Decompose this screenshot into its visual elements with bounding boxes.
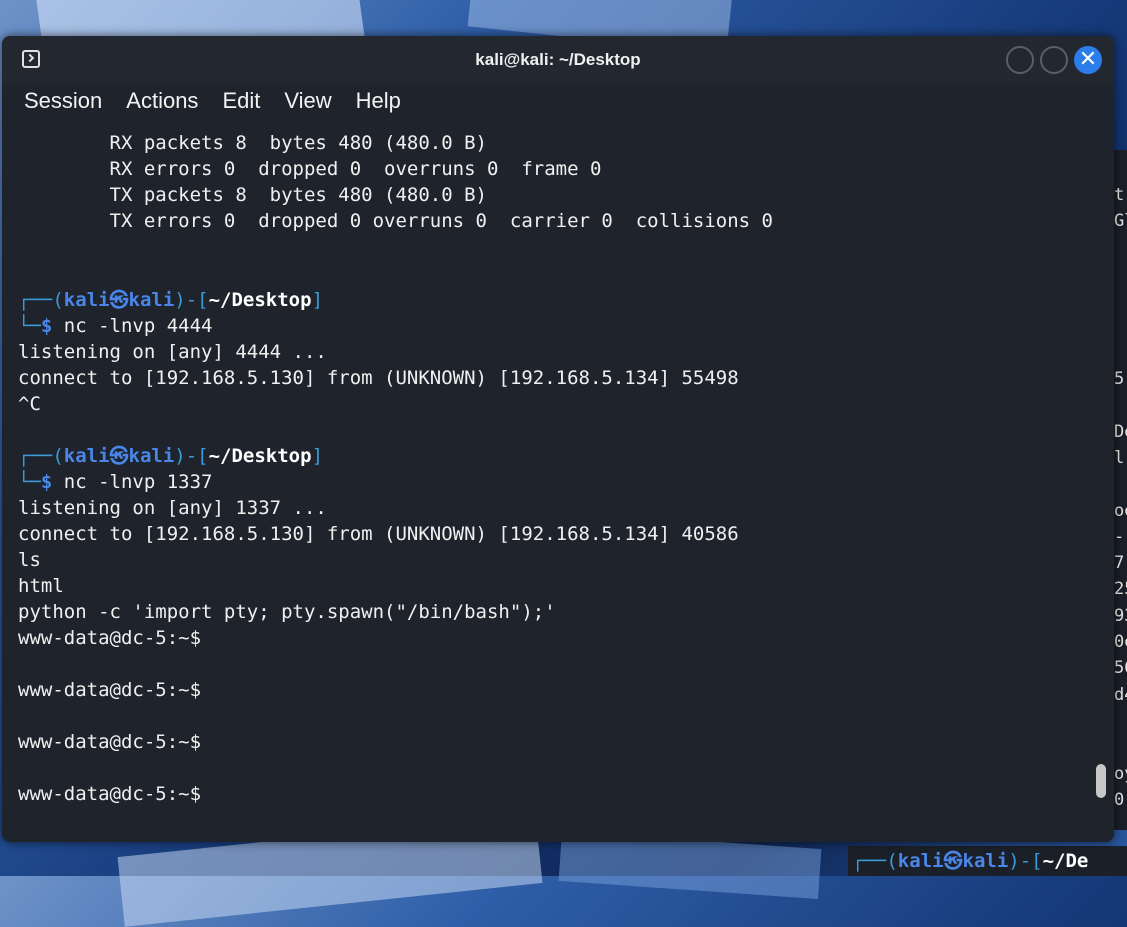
prompt-header: ┌──(kali㉿kali)-[~/Desktop] [18,289,324,311]
shell-prompt: www-data@dc-5:~$ [18,627,202,649]
menu-bar: Session Actions Edit View Help [2,84,1114,118]
menu-session[interactable]: Session [24,88,102,114]
shell-prompt: www-data@dc-5:~$ [18,783,202,805]
output-line: connect to [192.168.5.130] from (UNKNOWN… [18,367,739,389]
background-terminal-prompt: ┌──(kali㉿kali)-[~/De [848,846,1127,876]
output-line: RX errors 0 dropped 0 overruns 0 frame 0 [18,158,602,180]
output-line: connect to [192.168.5.130] from (UNKNOWN… [18,523,739,545]
terminal-icon[interactable] [22,50,40,68]
output-line: RX packets 8 bytes 480 (480.0 B) [18,132,488,154]
output-line: TX errors 0 dropped 0 overruns 0 carrier… [18,210,773,232]
prompt-command: └─$ nc -lnvp 4444 [18,315,213,337]
menu-actions[interactable]: Actions [126,88,198,114]
output-line: ^C [18,393,41,415]
shell-prompt: www-data@dc-5:~$ [18,731,202,753]
shell-prompt: www-data@dc-5:~$ [18,679,202,701]
scrollbar-thumb[interactable] [1096,764,1106,798]
menu-help[interactable]: Help [356,88,401,114]
output-line: python -c 'import pty; pty.spawn("/bin/b… [18,601,556,623]
menu-edit[interactable]: Edit [222,88,260,114]
minimize-icon[interactable] [1006,46,1034,74]
output-line: html [18,575,64,597]
output-line: listening on [any] 1337 ... [18,497,327,519]
output-line: TX packets 8 bytes 480 (480.0 B) [18,184,488,206]
output-line: listening on [any] 4444 ... [18,341,327,363]
terminal-window: kali@kali: ~/Desktop ✕ Session Actions E… [2,36,1114,842]
window-title: kali@kali: ~/Desktop [475,50,641,69]
output-line: ls [18,549,41,571]
prompt-command: └─$ nc -lnvp 1337 [18,471,213,493]
terminal-output[interactable]: RX packets 8 bytes 480 (480.0 B) RX erro… [2,128,1096,842]
menu-view[interactable]: View [284,88,331,114]
maximize-icon[interactable] [1040,46,1068,74]
close-icon[interactable]: ✕ [1074,46,1102,74]
prompt-header: ┌──(kali㉿kali)-[~/Desktop] [18,445,324,467]
title-bar[interactable]: kali@kali: ~/Desktop ✕ [2,36,1114,84]
